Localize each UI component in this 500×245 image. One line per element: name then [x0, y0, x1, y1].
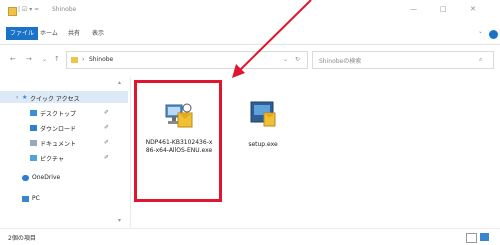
- annotation-arrow: [232, 0, 312, 78]
- item-count: 2個の項目: [8, 235, 36, 242]
- large-icons-view-icon[interactable]: [480, 233, 489, 241]
- status-bar: 2個の項目: [0, 228, 500, 245]
- details-view-icon[interactable]: [466, 233, 477, 243]
